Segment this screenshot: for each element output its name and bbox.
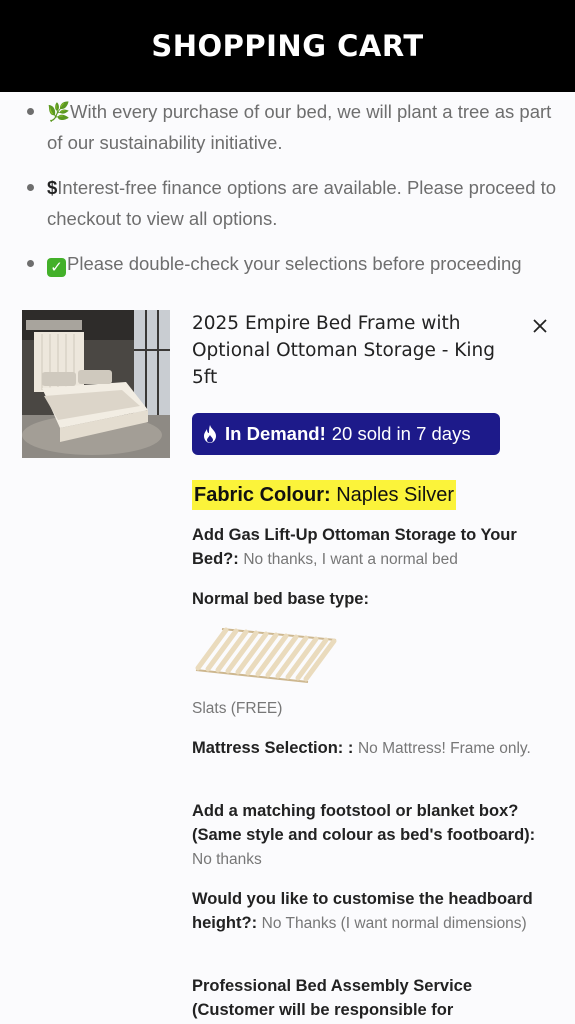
option-label: Professional Bed Assembly Service (Custo… <box>192 977 473 1019</box>
list-item: ✓ Please double-check your selections bef… <box>20 248 560 279</box>
badge-strong-text: In Demand! <box>225 423 326 444</box>
note-text: Interest-free finance options are availa… <box>47 177 557 229</box>
option-value: No Thanks (I want normal dimensions) <box>261 915 527 932</box>
slats-image <box>190 626 340 684</box>
badge-text: 20 sold in 7 days <box>331 423 471 444</box>
base-type-caption: Slats (FREE) <box>192 700 283 717</box>
remove-item-button[interactable] <box>528 314 552 338</box>
product-title[interactable]: 2025 Empire Bed Frame with Optional Otto… <box>192 310 522 391</box>
flame-icon <box>204 425 216 443</box>
option-value: No thanks <box>192 851 262 868</box>
option-headboard-height: Would you like to customise the headboar… <box>192 887 537 936</box>
option-label: Normal bed base type: <box>192 590 369 608</box>
note-text: With every purchase of our bed, we will … <box>47 101 552 153</box>
list-item: 🌿With every purchase of our bed, we will… <box>20 96 560 158</box>
option-label: Add a matching footstool or blanket box?… <box>192 802 536 844</box>
option-value: No thanks, I want a normal bed <box>243 551 458 568</box>
option-value: No Mattress! Frame only. <box>357 740 531 757</box>
option-assembly: Professional Bed Assembly Service (Custo… <box>192 974 537 1022</box>
demand-badge: In Demand! 20 sold in 7 days <box>192 413 500 455</box>
option-base-type: Normal bed base type: <box>192 587 537 611</box>
fabric-label: Fabric Colour: <box>194 484 331 506</box>
option-label: Mattress Selection: : <box>192 739 354 757</box>
note-text: Please double-check your selections befo… <box>67 253 522 274</box>
option-mattress: Mattress Selection: : No Mattress! Frame… <box>192 736 537 761</box>
header-bar: SHOPPING CART <box>0 0 575 92</box>
close-icon <box>533 319 547 333</box>
option-ottoman: Add Gas Lift-Up Ottoman Storage to Your … <box>192 523 537 572</box>
dollar-icon: $ <box>47 177 58 198</box>
page-title: SHOPPING CART <box>151 29 424 63</box>
check-mark-icon: ✓ <box>47 258 66 277</box>
seedling-icon: 🌿 <box>47 101 71 122</box>
fabric-colour: Fabric Colour: Naples Silver <box>192 480 457 510</box>
option-footstool: Add a matching footstool or blanket box?… <box>192 799 537 872</box>
list-item: $Interest-free finance options are avail… <box>20 172 560 234</box>
fabric-value: Naples Silver <box>336 484 455 506</box>
cart-notes-list: 🌿With every purchase of our bed, we will… <box>20 96 560 293</box>
product-image[interactable] <box>22 310 170 458</box>
